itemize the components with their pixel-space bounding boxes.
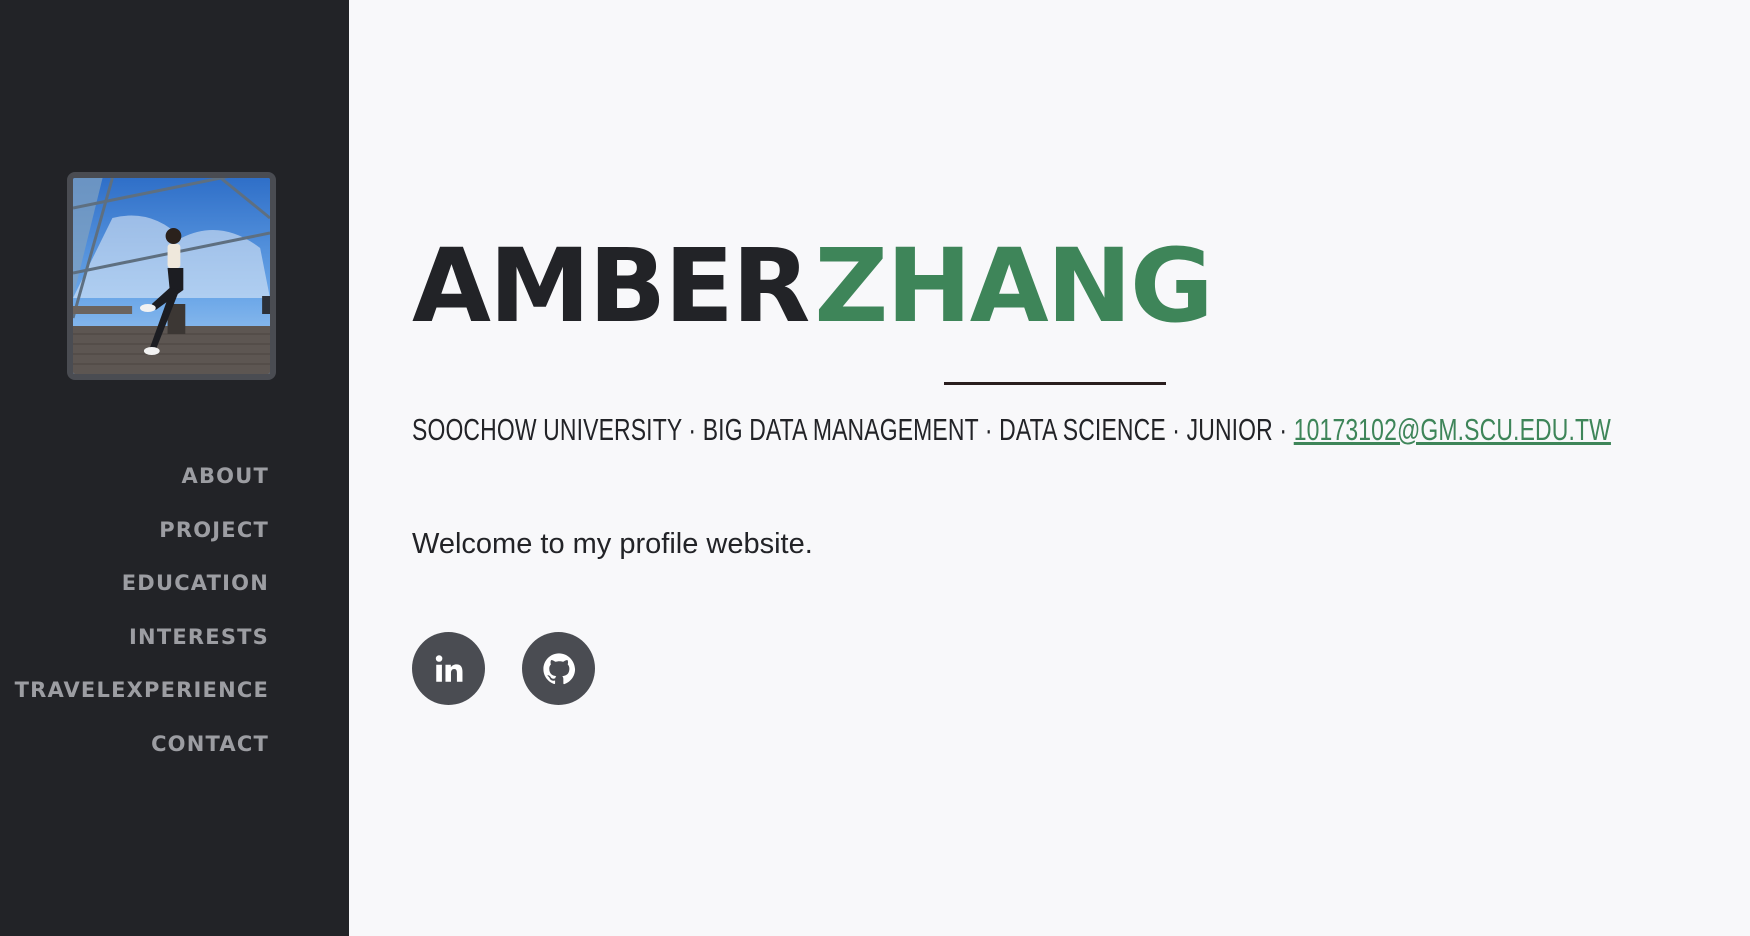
nav-item-travelexperience[interactable]: TRAVELEXPERIENCE: [15, 678, 269, 732]
nav-item-education[interactable]: EDUCATION: [15, 571, 269, 625]
profile-photo-image: [73, 178, 270, 374]
nav-item-about[interactable]: ABOUT: [15, 464, 269, 518]
profile-photo[interactable]: [67, 172, 276, 380]
linkedin-icon: [435, 654, 462, 682]
title-divider: [944, 382, 1166, 385]
sidebar: ABOUT PROJECT EDUCATION INTERESTS TRAVEL…: [0, 0, 349, 936]
social-icons: [412, 632, 595, 705]
nav-item-interests[interactable]: INTERESTS: [15, 625, 269, 679]
page-title: AMBERZHANG: [412, 236, 1214, 338]
subheading-text: SOOCHOW UNIVERSITY · BIG DATA MANAGEMENT…: [412, 412, 1294, 447]
main-content: AMBERZHANG SOOCHOW UNIVERSITY · BIG DATA…: [349, 0, 1750, 936]
nav-item-project[interactable]: PROJECT: [15, 518, 269, 572]
github-icon: [542, 652, 575, 684]
github-button[interactable]: [522, 632, 595, 705]
linkedin-button[interactable]: [412, 632, 485, 705]
subheading: SOOCHOW UNIVERSITY · BIG DATA MANAGEMENT…: [412, 412, 1611, 448]
intro-text: Welcome to my profile website.: [412, 528, 813, 560]
last-name: ZHANG: [814, 227, 1213, 346]
sidebar-nav: ABOUT PROJECT EDUCATION INTERESTS TRAVEL…: [15, 464, 269, 786]
nav-item-contact[interactable]: CONTACT: [15, 732, 269, 786]
email-link[interactable]: 10173102@GM.SCU.EDU.TW: [1294, 412, 1611, 447]
first-name: AMBER: [412, 227, 810, 346]
